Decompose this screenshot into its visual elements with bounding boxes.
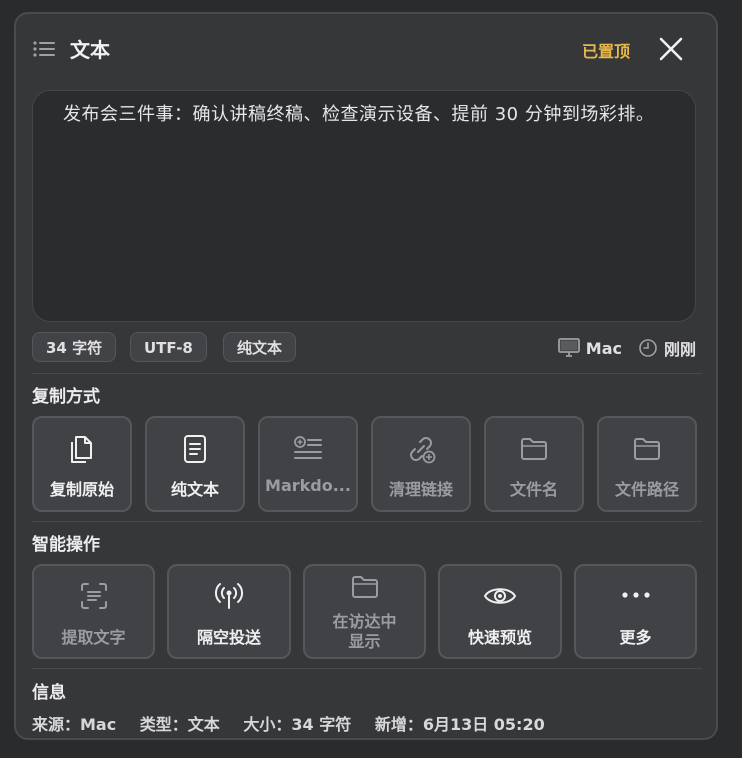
copy-markdown-button[interactable]: Markdo...: [258, 416, 358, 512]
tile-label: Markdo...: [265, 476, 351, 495]
info-details: 来源：Mac 类型：文本 大小：34 字符 新增：6月13日 05:20: [32, 711, 563, 735]
tile-label: 快速预览: [467, 628, 532, 647]
info-size: 大小：34 字符: [243, 715, 352, 734]
divider: [32, 521, 702, 522]
copy-filepath-button[interactable]: 文件路径: [597, 416, 697, 512]
copy-filename-button[interactable]: 文件名: [484, 416, 584, 512]
clean-link-button[interactable]: 清理链接: [371, 416, 471, 512]
clipboard-detail-panel: 文本 已置顶 发布会三件事：确认讲稿终稿、检查演示设备、提前 30 分钟到场彩排…: [14, 12, 718, 740]
added-time: 刚刚: [663, 340, 696, 359]
clock-icon: [639, 339, 657, 357]
eye-icon: [484, 588, 516, 604]
monitor-icon: [557, 338, 580, 357]
airdrop-button[interactable]: 隔空投送: [167, 564, 291, 659]
divider: [32, 668, 702, 669]
page-title: 文本: [70, 38, 110, 62]
info-source: 来源：Mac: [32, 715, 117, 734]
extract-text-button[interactable]: 提取文字: [32, 564, 155, 659]
info-type: 类型：文本: [139, 715, 220, 734]
close-icon[interactable]: [656, 34, 686, 64]
tile-label: 纯文本: [170, 480, 219, 499]
copy-icon: [71, 436, 92, 463]
copy-section-label: 复制方式: [32, 387, 100, 407]
pinned-badge[interactable]: 已置顶: [582, 38, 630, 62]
copy-original-button[interactable]: 复制原始: [32, 416, 132, 512]
smart-section-label: 智能操作: [32, 535, 100, 555]
source-device: Mac: [585, 338, 622, 358]
show-in-finder-button[interactable]: 在访达中显示: [303, 564, 426, 659]
more-button[interactable]: 更多: [574, 564, 697, 659]
tile-label: 复制原始: [49, 480, 114, 499]
format-chip: 纯文本: [223, 332, 297, 362]
document-icon: [184, 435, 206, 463]
list-icon[interactable]: [33, 40, 55, 58]
quick-look-button[interactable]: 快速预览: [438, 564, 562, 659]
divider: [32, 373, 702, 374]
tile-label: 清理链接: [388, 480, 453, 499]
tile-label: 提取文字: [61, 628, 126, 647]
airdrop-icon: [214, 583, 244, 609]
text-scan-icon: [80, 583, 107, 609]
tile-label: 更多: [619, 628, 652, 647]
tile-label: 文件名: [509, 480, 558, 499]
tile-label: 文件路径: [614, 480, 679, 499]
tile-label: 在访达中显示: [332, 612, 397, 651]
folder-icon: [634, 438, 660, 460]
copy-plain-text-button[interactable]: 纯文本: [145, 416, 245, 512]
text-content-area[interactable]: 发布会三件事：确认讲稿终稿、检查演示设备、提前 30 分钟到场彩排。: [32, 90, 696, 322]
markdown-list-icon: [294, 436, 322, 459]
meta-source-time: Mac 刚刚: [557, 335, 696, 361]
more-icon: [621, 592, 650, 598]
header: 文本 已置顶: [16, 14, 716, 84]
tile-label: 隔空投送: [196, 628, 261, 647]
info-section-label: 信息: [32, 683, 66, 703]
folder-icon: [351, 576, 378, 598]
info-added: 新增：6月13日 05:20: [374, 715, 545, 734]
meta-row: 34 字符 UTF-8 纯文本 Mac 刚刚: [32, 332, 696, 364]
folder-icon: [521, 438, 547, 460]
char-count-chip: 34 字符: [32, 332, 117, 362]
link-clean-icon: [410, 437, 436, 464]
encoding-chip: UTF-8: [130, 332, 207, 362]
